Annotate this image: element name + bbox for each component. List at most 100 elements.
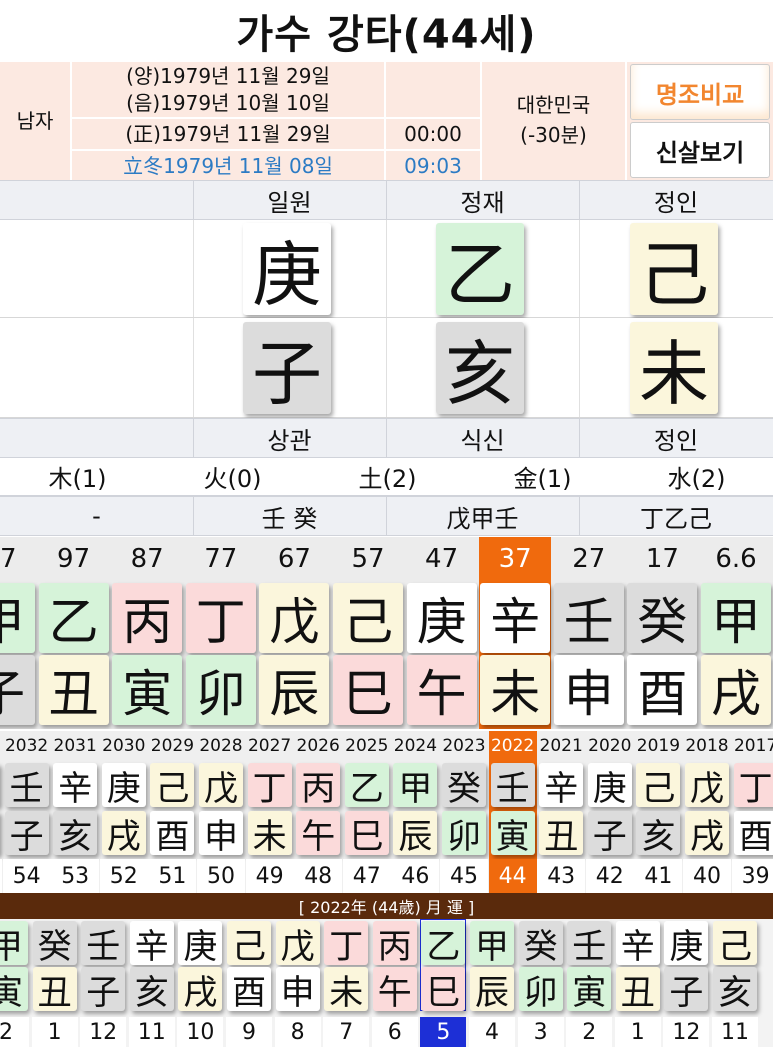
monthly-stem-tile[interactable]: 戊 [275, 921, 320, 967]
monthly-month[interactable]: 1 [31, 1017, 78, 1047]
monthly-branch-tile[interactable]: 申 [275, 967, 320, 1013]
yearly-branch-tile[interactable]: 子 [587, 811, 632, 857]
daeun-branch-tile[interactable]: 午 [406, 655, 477, 725]
daeun-stem-tile[interactable]: 甲 [701, 583, 771, 653]
monthly-month[interactable]: 1 [614, 1017, 661, 1047]
yearly-stem-tile[interactable]: 己 [636, 763, 681, 809]
monthly-month[interactable]: 8 [274, 1017, 321, 1047]
yearly-year[interactable]: 2026 [294, 731, 342, 761]
yearly-stem-tile[interactable]: 辛 [539, 763, 584, 809]
yearly-branch-tile[interactable]: 未 [247, 811, 292, 857]
yearly-branch-tile[interactable]: 午 [296, 811, 341, 857]
monthly-month[interactable]: 12 [663, 1017, 710, 1047]
daeun-branch-tile[interactable]: 寅 [112, 655, 183, 725]
yearly-stem-tile[interactable]: 辛 [53, 763, 98, 809]
yearly-stem-tile[interactable]: 壬 [490, 763, 535, 809]
yearly-year[interactable]: 2025 [343, 731, 391, 761]
daeun-stem-tile[interactable]: 癸 [627, 583, 698, 653]
daeun-stem-tile[interactable]: 庚 [406, 583, 477, 653]
monthly-stem-tile[interactable]: 癸 [32, 921, 77, 967]
monthly-branch-tile[interactable]: 卯 [518, 967, 563, 1013]
daeun-stem-tile[interactable]: 丁 [185, 583, 256, 653]
daeun-branch-tile[interactable]: 巳 [333, 655, 403, 725]
yearly-year[interactable]: 2030 [100, 731, 148, 761]
monthly-month[interactable]: 6 [371, 1017, 418, 1047]
daeun-branch-tile[interactable]: 丑 [38, 655, 109, 725]
monthly-branch-tile[interactable]: 辰 [470, 967, 514, 1013]
monthly-stem-tile[interactable]: 丙 [372, 921, 417, 967]
monthly-month[interactable]: 2 [566, 1017, 613, 1047]
yearly-stem-tile[interactable]: 丁 [247, 763, 292, 809]
yearly-branch-tile[interactable]: 寅 [490, 811, 535, 857]
yearly-branch-tile[interactable]: 亥 [636, 811, 681, 857]
monthly-stem-tile[interactable]: 壬 [81, 921, 126, 967]
monthly-branch-tile[interactable]: 亥 [713, 967, 757, 1013]
monthly-stem-tile[interactable]: 甲 [0, 921, 28, 967]
monthly-branch-tile[interactable]: 戌 [178, 967, 223, 1013]
yearly-branch-tile[interactable]: 戌 [685, 811, 729, 857]
monthly-stem-tile[interactable]: 己 [227, 921, 271, 967]
monthly-stem-tile[interactable]: 己 [713, 921, 757, 967]
daeun-stem-tile[interactable]: 乙 [38, 583, 109, 653]
yearly-branch-tile[interactable]: 酉 [150, 811, 195, 857]
sinsal-view-button[interactable]: 신살보기 [630, 122, 770, 178]
monthly-stem-tile[interactable]: 甲 [470, 921, 514, 967]
daeun-stem-tile[interactable]: 甲 [0, 583, 35, 653]
compare-chart-button[interactable]: 명조비교 [630, 64, 770, 120]
daeun-branch-tile[interactable]: 戌 [701, 655, 771, 725]
daeun-branch-tile[interactable]: 卯 [185, 655, 256, 725]
yearly-stem-tile[interactable]: 乙 [344, 763, 389, 809]
daeun-stem-tile[interactable]: 己 [333, 583, 403, 653]
monthly-month[interactable]: 11 [712, 1017, 758, 1047]
monthly-stem-tile[interactable]: 辛 [129, 921, 174, 967]
monthly-stem-tile[interactable]: 乙 [421, 921, 466, 967]
yearly-year[interactable]: 2031 [51, 731, 99, 761]
year-stem-tile[interactable]: 己 [630, 223, 718, 316]
yearly-year[interactable]: 2027 [246, 731, 294, 761]
yearly-stem-tile[interactable]: 戊 [199, 763, 243, 809]
yearly-year[interactable]: 2023 [440, 731, 488, 761]
daeun-stem-tile[interactable]: 戊 [259, 583, 330, 653]
monthly-stem-tile[interactable]: 癸 [518, 921, 563, 967]
monthly-month[interactable]: 5 [420, 1017, 467, 1047]
yearly-stem-tile[interactable]: 丁 [733, 763, 773, 809]
yearly-year[interactable]: 2021 [537, 731, 585, 761]
yearly-branch-tile[interactable]: 戌 [101, 811, 146, 857]
yearly-stem-tile[interactable]: 庚 [587, 763, 632, 809]
monthly-branch-tile[interactable]: 寅 [567, 967, 612, 1013]
daeun-stem-tile[interactable]: 辛 [480, 583, 551, 653]
monthly-stem-tile[interactable]: 辛 [615, 921, 660, 967]
monthly-branch-tile[interactable]: 亥 [129, 967, 174, 1013]
yearly-branch-tile[interactable]: 辰 [393, 811, 438, 857]
monthly-branch-tile[interactable]: 丑 [32, 967, 77, 1013]
daeun-branch-tile[interactable]: 辰 [259, 655, 330, 725]
monthly-stem-tile[interactable]: 壬 [567, 921, 612, 967]
monthly-branch-tile[interactable]: 子 [664, 967, 709, 1013]
yearly-stem-tile[interactable]: 己 [150, 763, 195, 809]
yearly-year[interactable]: 2018 [683, 731, 731, 761]
yearly-stem-tile[interactable]: 丙 [296, 763, 341, 809]
daeun-branch-tile[interactable]: 子 [0, 655, 35, 725]
yearly-branch-tile[interactable]: 卯 [442, 811, 486, 857]
yearly-branch-tile[interactable]: 酉 [733, 811, 773, 857]
monthly-month[interactable]: 2 [0, 1017, 29, 1047]
yearly-branch-tile[interactable]: 巳 [344, 811, 389, 857]
monthly-month[interactable]: 9 [226, 1017, 272, 1047]
day-stem-tile[interactable]: 庚 [243, 223, 331, 316]
yearly-branch-tile[interactable]: 亥 [53, 811, 98, 857]
monthly-month[interactable]: 12 [80, 1017, 127, 1047]
monthly-stem-tile[interactable]: 丁 [324, 921, 369, 967]
monthly-branch-tile[interactable]: 午 [372, 967, 417, 1013]
yearly-year[interactable]: 2019 [634, 731, 682, 761]
day-branch-tile[interactable]: 子 [243, 322, 331, 415]
monthly-month[interactable]: 10 [177, 1017, 224, 1047]
monthly-branch-tile[interactable]: 丑 [615, 967, 660, 1013]
month-stem-tile[interactable]: 乙 [436, 223, 524, 316]
monthly-month[interactable]: 7 [323, 1017, 370, 1047]
yearly-branch-tile[interactable]: 申 [199, 811, 243, 857]
monthly-branch-tile[interactable]: 寅 [0, 967, 28, 1013]
daeun-branch-tile[interactable]: 酉 [627, 655, 698, 725]
yearly-year[interactable]: 2017 [732, 731, 773, 761]
yearly-stem-tile[interactable]: 壬 [4, 763, 49, 809]
monthly-branch-tile[interactable]: 未 [324, 967, 369, 1013]
